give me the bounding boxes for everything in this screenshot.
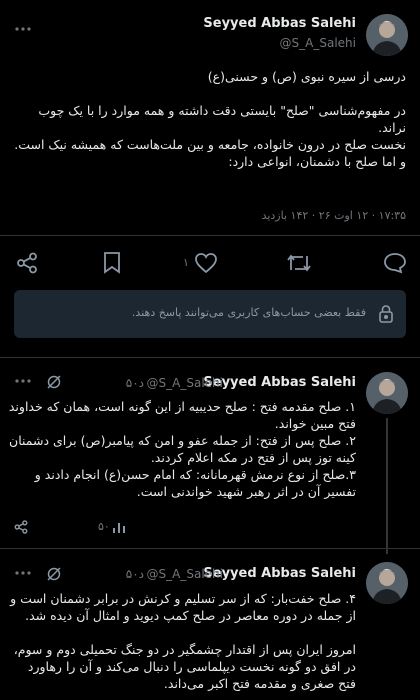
author-handle[interactable]: @S_A_Salehi (280, 36, 356, 50)
share-icon[interactable] (16, 252, 38, 274)
reply-author-handle[interactable]: @S_A_Salehi (147, 376, 223, 390)
bookmark-icon[interactable] (102, 251, 122, 275)
views-icon[interactable] (112, 520, 126, 534)
divider (0, 357, 420, 358)
reply-author-name[interactable]: Seyyed Abbas Salehi (203, 566, 356, 581)
reply-avatar[interactable] (366, 562, 408, 604)
reply-avatar[interactable] (366, 372, 408, 414)
divider (0, 235, 420, 236)
divider (0, 548, 420, 549)
avatar[interactable] (366, 14, 408, 56)
like-count: ۱ (183, 256, 189, 269)
reply-author-name[interactable]: Seyyed Abbas Salehi (203, 375, 356, 390)
lock-icon (378, 304, 394, 324)
notice-text: فقط بعضی حساب‌های کاربری می‌توانند پاسخ … (131, 306, 366, 319)
reply-restriction-notice: فقط بعضی حساب‌های کاربری می‌توانند پاسخ … (14, 290, 406, 338)
grok-icon[interactable] (46, 566, 62, 582)
like-icon[interactable] (194, 252, 218, 274)
reply-text: ۱. صلح مقدمه فتح : صلح حدیبیه از این گون… (8, 399, 356, 499)
more-options-icon[interactable] (14, 570, 32, 576)
reply-time[interactable]: ۵۰د (126, 567, 144, 581)
reply-time[interactable]: ۵۰د (126, 376, 144, 390)
grok-icon[interactable] (46, 374, 62, 390)
more-options-icon[interactable] (14, 26, 32, 32)
share-icon[interactable] (14, 520, 28, 534)
reply-author-handle[interactable]: @S_A_Salehi (147, 567, 223, 581)
reply-icon[interactable] (383, 252, 407, 274)
more-options-icon[interactable] (14, 378, 32, 384)
tweet-text: درسی از سیره نبوی (ص) و حسنی(ع) در مفهوم… (14, 69, 406, 169)
retweet-icon[interactable] (286, 252, 312, 274)
tweet-meta: ۱۷:۳۵ · ۱۲ اوت ۲۶ · ۱۴۲ بازدید (261, 209, 406, 222)
thread-line (386, 418, 388, 554)
views-count: ۵۰ (98, 520, 110, 533)
reply-text: ۴. صلح خفت‌بار: که از سر تسلیم و کرنش در… (10, 591, 356, 691)
author-name[interactable]: Seyyed Abbas Salehi (203, 16, 356, 31)
